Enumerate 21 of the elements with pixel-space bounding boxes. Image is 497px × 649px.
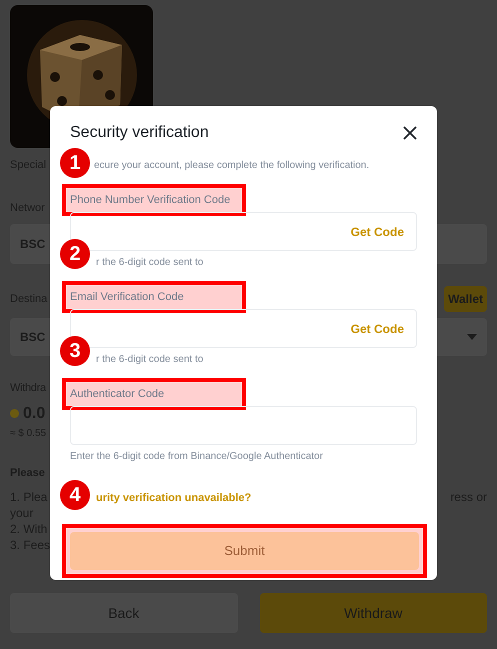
caret-icon (467, 334, 477, 340)
field-label: Authenticator Code (62, 378, 246, 410)
field-hint: r the 6-digit code sent to (96, 353, 204, 367)
help-link[interactable]: urity verification unavailable? (96, 490, 252, 506)
field-hint: Enter the 6-digit code from Binance/Google Authenticator (70, 450, 323, 464)
action-button[interactable]: Withdraw (260, 593, 487, 633)
close-icon[interactable] (403, 126, 417, 140)
field-label: Phone Number Verification Code (62, 184, 246, 216)
step-number-badge: 2 (60, 239, 90, 269)
step-number-badge: 1 (60, 148, 90, 178)
field-hint: r the 6-digit code sent to (96, 256, 204, 270)
get-code-button[interactable]: Get Code (350, 320, 404, 338)
get-code-button[interactable]: Get Code (350, 222, 404, 240)
step-number-badge: 4 (60, 480, 90, 510)
step-number-badge: 3 (60, 336, 90, 366)
dialog-title: Security verification (70, 123, 209, 143)
coin-icon (10, 409, 19, 418)
dialog-subtitle: ecure your account, please complete the following verification. (94, 159, 370, 173)
wallet-button[interactable]: Wallet (444, 286, 487, 312)
field-label: Email Verification Code (62, 281, 246, 313)
code-input[interactable] (70, 406, 417, 445)
